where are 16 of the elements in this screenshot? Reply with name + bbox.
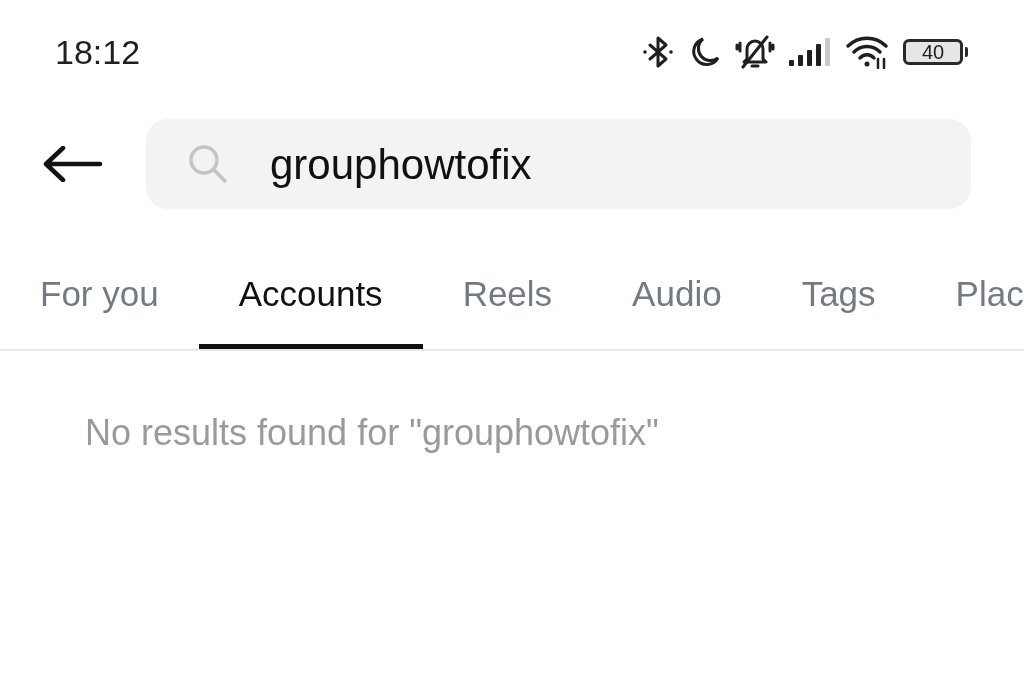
search-field[interactable]: grouphowtofix bbox=[146, 119, 971, 209]
tab[interactable]: Reels bbox=[422, 226, 593, 349]
tab[interactable]: Audio bbox=[592, 226, 762, 349]
bluetooth-icon bbox=[641, 35, 675, 69]
moon-icon bbox=[689, 36, 721, 68]
tab[interactable]: For you bbox=[0, 226, 199, 349]
tab[interactable]: Plac bbox=[915, 226, 1024, 349]
status-time: 18:12 bbox=[55, 31, 141, 73]
signal-icon bbox=[789, 38, 831, 66]
wifi-icon bbox=[845, 35, 889, 69]
muted-bell-icon bbox=[735, 34, 775, 70]
tab[interactable]: Tags bbox=[761, 226, 916, 349]
search-icon bbox=[188, 144, 228, 184]
tab[interactable]: Accounts bbox=[198, 226, 423, 349]
back-arrow-icon bbox=[43, 146, 103, 182]
no-results-message: No results found for "grouphowtofix" bbox=[85, 411, 659, 455]
